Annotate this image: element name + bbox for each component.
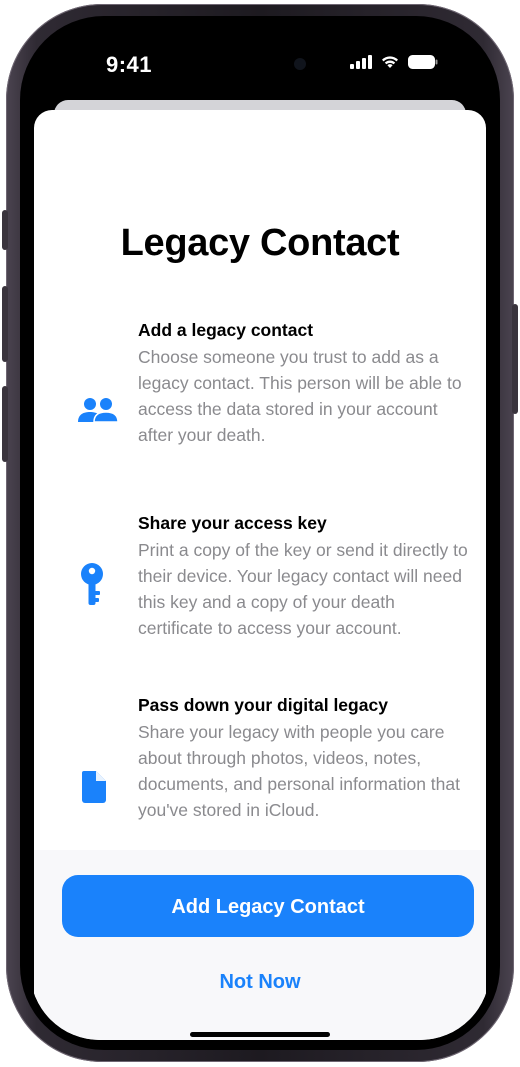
status-bar: 9:41 xyxy=(30,26,490,98)
volume-up-button xyxy=(2,286,8,362)
wifi-icon xyxy=(380,54,400,74)
status-icons xyxy=(350,54,438,74)
side-button xyxy=(512,304,518,414)
cellular-signal-icon xyxy=(350,54,372,74)
screen: 9:41 Legacy Contact Add a legacy contact… xyxy=(30,26,490,1040)
not-now-button[interactable]: Not Now xyxy=(160,962,360,1002)
feature-title: Add a legacy contact xyxy=(138,320,314,340)
feature-share-access-key: Share your access key Print a copy of th… xyxy=(34,513,486,683)
feature-title: Pass down your digital legacy xyxy=(138,695,388,715)
front-camera-icon xyxy=(294,58,306,70)
dynamic-island xyxy=(198,46,326,82)
feature-title: Share your access key xyxy=(138,513,327,533)
home-indicator[interactable] xyxy=(190,1032,330,1037)
feature-description: Print a copy of the key or send it direc… xyxy=(138,540,468,638)
feature-add-legacy-contact: Add a legacy contact Choose someone you … xyxy=(34,320,486,500)
battery-icon xyxy=(408,54,438,74)
feature-pass-down-digital-legacy: Pass down your digital legacy Share your… xyxy=(34,695,486,855)
volume-down-button xyxy=(2,386,8,462)
document-icon xyxy=(82,771,106,808)
people-icon xyxy=(78,396,119,431)
add-legacy-contact-button[interactable]: Add Legacy Contact xyxy=(62,875,474,937)
feature-description: Share your legacy with people you care a… xyxy=(138,722,460,820)
action-button xyxy=(2,210,8,250)
feature-description: Choose someone you trust to add as a leg… xyxy=(138,347,462,445)
page-title: Legacy Contact xyxy=(120,222,400,264)
legacy-contact-sheet: Legacy Contact Add a legacy contact Choo… xyxy=(34,110,486,1040)
key-icon xyxy=(80,563,104,612)
status-time: 9:41 xyxy=(106,52,153,77)
